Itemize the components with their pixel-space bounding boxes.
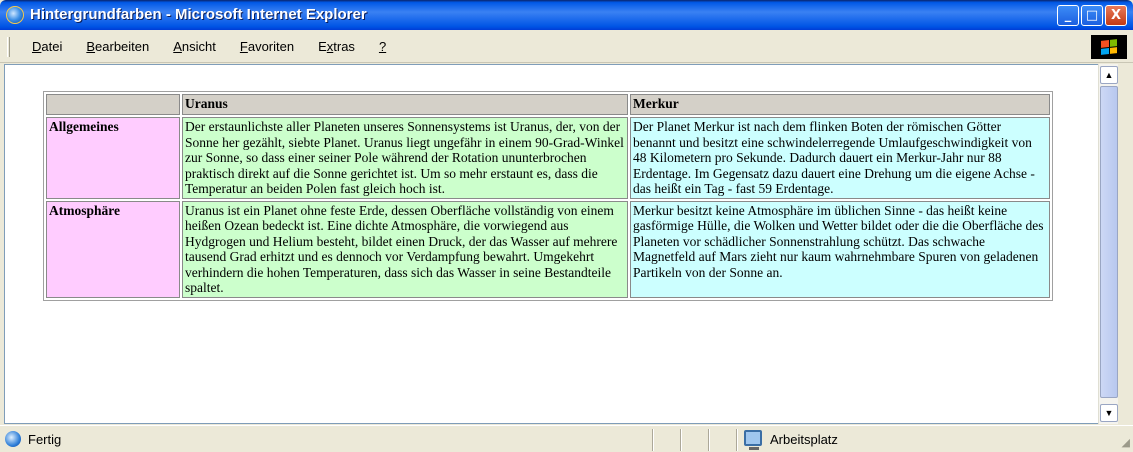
scroll-down-arrow-icon[interactable]: ▼ (1100, 404, 1118, 422)
title-bar[interactable]: Hintergrundfarben - Microsoft Internet E… (0, 0, 1133, 30)
menu-ansicht-label: nsicht (181, 39, 216, 54)
maximize-button[interactable]: □ (1081, 5, 1103, 26)
menu-help[interactable]: ? (367, 39, 398, 54)
menu-datei-mnemonic: D (32, 39, 42, 54)
cell-uranus-atmosphaere: Uranus ist ein Planet ohne feste Erde, d… (182, 200, 628, 298)
menu-ansicht-mnemonic: A (173, 39, 182, 54)
header-empty-cell (46, 94, 180, 115)
computer-icon (744, 430, 762, 450)
menu-favoriten-mnemonic: F (239, 39, 248, 54)
menu-bearbeiten-mnemonic: B (86, 39, 96, 54)
menu-ansicht[interactable]: Ansicht (161, 39, 228, 54)
menu-datei[interactable]: Datei (20, 39, 74, 54)
scrollbar-thumb[interactable] (1100, 86, 1118, 398)
security-zone-label: Arbeitsplatz (770, 432, 838, 447)
windows-logo-icon (1091, 35, 1127, 59)
toolbar-grip[interactable] (7, 37, 10, 57)
status-divider (708, 429, 710, 451)
menu-datei-label: atei (41, 39, 63, 54)
browser-window: Hintergrundfarben - Microsoft Internet E… (0, 0, 1133, 452)
menu-favoriten-label: avoriten (247, 39, 295, 54)
close-button[interactable]: X (1105, 5, 1127, 26)
scroll-up-arrow-icon[interactable]: ▲ (1100, 66, 1118, 84)
header-merkur: Merkur (630, 94, 1050, 115)
menu-favoriten[interactable]: Favoriten (228, 39, 306, 54)
menu-bar: Datei Bearbeiten Ansicht Favoriten Extra… (0, 30, 1133, 63)
window-title: Hintergrundfarben - Microsoft Internet E… (30, 6, 367, 23)
status-divider (680, 429, 682, 451)
page-icon (5, 431, 21, 447)
header-uranus: Uranus (182, 94, 628, 115)
planet-table: Uranus Merkur Allgemeines Der erstaunlic… (43, 91, 1053, 301)
cell-merkur-allgemeines: Der Planet Merkur ist nach dem flinken B… (630, 117, 1050, 199)
status-text: Fertig (28, 432, 62, 447)
cell-uranus-allgemeines: Der erstaunlichste aller Planeten unsere… (182, 117, 628, 199)
resize-grip-icon[interactable]: ◢ (1122, 436, 1130, 449)
menu-items: Datei Bearbeiten Ansicht Favoriten Extra… (20, 39, 398, 54)
status-bar: Fertig Arbeitsplatz ◢ (0, 425, 1133, 452)
status-divider (652, 429, 654, 451)
cell-merkur-atmosphaere: Merkur besitzt keine Atmosphäre im üblic… (630, 200, 1050, 298)
internet-explorer-icon[interactable] (6, 6, 24, 24)
page-content: Uranus Merkur Allgemeines Der erstaunlic… (4, 64, 1114, 424)
menu-extras-prefix: E (318, 39, 327, 54)
window-border (1119, 64, 1133, 424)
window-controls: _ □ X (1057, 5, 1127, 26)
row-label-atmosphaere: Atmosphäre (46, 200, 180, 298)
menu-extras-label: tras (333, 39, 355, 54)
table-row: Allgemeines Der erstaunlichste aller Pla… (46, 117, 1050, 199)
minimize-button[interactable]: _ (1057, 5, 1079, 26)
row-label-allgemeines: Allgemeines (46, 117, 180, 199)
status-divider (736, 429, 738, 451)
menu-help-mnemonic: ? (378, 39, 387, 54)
menu-bearbeiten[interactable]: Bearbeiten (74, 39, 161, 54)
menu-extras[interactable]: Extras (306, 39, 367, 54)
table-header-row: Uranus Merkur (46, 94, 1050, 115)
menu-bearbeiten-label: earbeiten (95, 39, 150, 54)
vertical-scrollbar[interactable]: ▲ ▼ (1098, 64, 1118, 424)
table-row: Atmosphäre Uranus ist ein Planet ohne fe… (46, 200, 1050, 298)
